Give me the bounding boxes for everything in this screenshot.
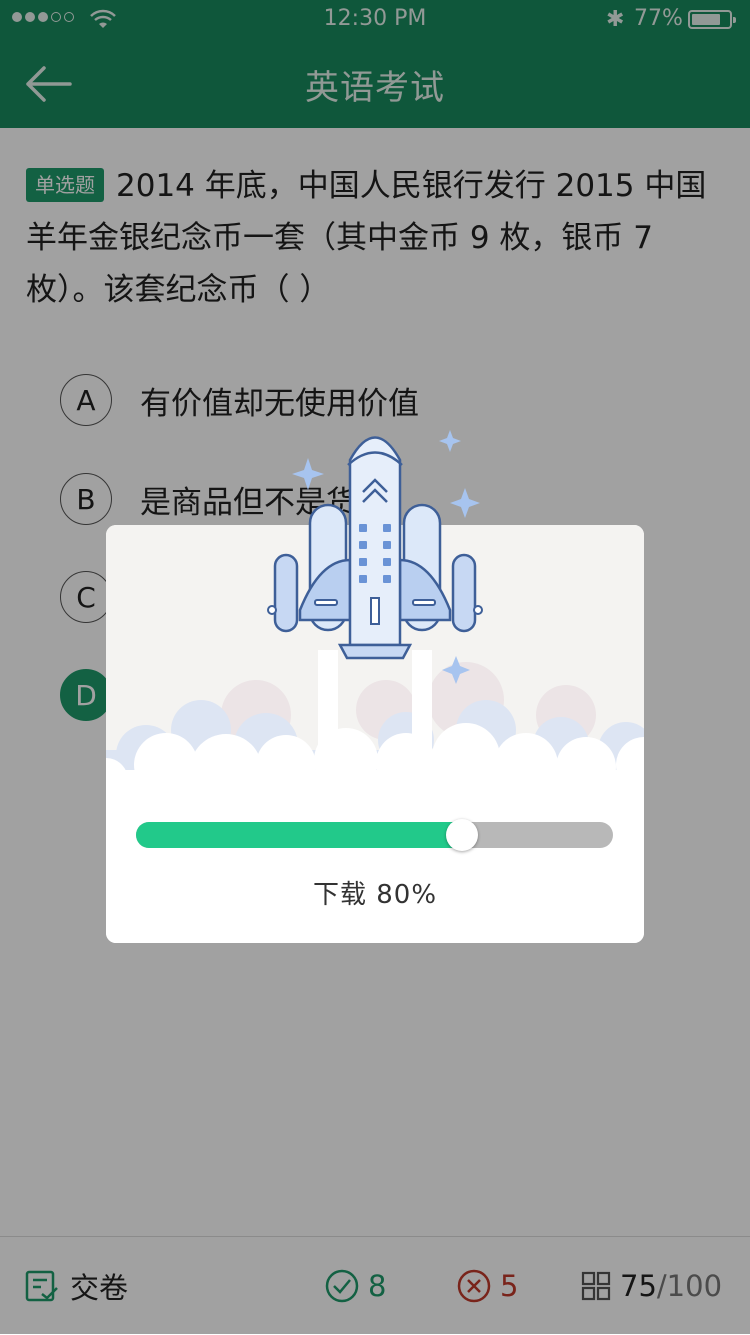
download-progress-label: 下载 80% [312,880,438,910]
download-progress-fill [136,822,472,848]
download-progress-bar [136,819,613,851]
download-progress-knob [446,819,478,851]
rocket-icon [267,430,483,760]
